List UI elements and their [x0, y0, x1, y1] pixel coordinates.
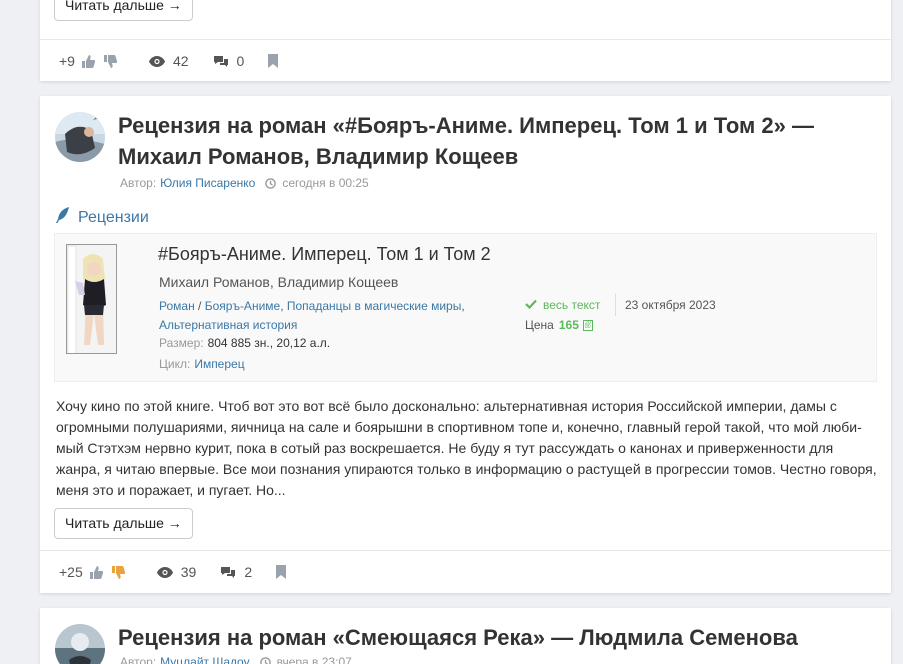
bookmark-icon [268, 54, 279, 68]
thumbs-down-icon[interactable] [103, 54, 117, 68]
feather-icon [56, 207, 78, 228]
genre-link-alt-history[interactable]: Альтернативная история [159, 318, 297, 332]
currency-icon: 20 80 [582, 319, 593, 331]
post-card: Рецензия на роман «#Бояръ-Аниме. Имперец… [40, 96, 891, 593]
post-excerpt: Хочу кино по этой книге. Чтоб вот это во… [56, 398, 877, 498]
book-authors[interactable]: Михаил Романов, Владимир Кощеев [159, 274, 398, 290]
rating-value: +9 [59, 53, 75, 69]
book-info-box: #Бояръ-Аниме. Имперец. Том 1 и Том 2 Мих… [54, 233, 877, 382]
bookmark-button[interactable] [268, 54, 279, 68]
post-date: сегодня в 00:25 [282, 176, 369, 190]
comments-count: 2 [244, 564, 253, 580]
bookmark-icon [276, 565, 287, 579]
book-genres: Роман / Бояръ-Аниме, Попаданцы в магичес… [159, 297, 489, 335]
views-count: 39 [180, 564, 197, 580]
views-counter: 42 [148, 53, 189, 69]
author-label: Автор: [120, 655, 157, 664]
comments-icon [220, 566, 236, 579]
price-label: Цена [525, 318, 554, 332]
thumbs-down-icon[interactable] [111, 565, 125, 579]
post-meta: Автор: Юлия Писаренко сегодня в 00:25 [120, 176, 369, 190]
size-value: 804 885 зн., 20,12 а.л. [207, 336, 331, 350]
author-link[interactable]: Юлия Писаренко [160, 176, 255, 190]
book-cycle: Цикл: Имперец [159, 357, 245, 371]
views-count: 42 [172, 53, 189, 69]
author-avatar[interactable] [55, 112, 105, 162]
genre-link-boyar-anime[interactable]: Бояръ-Аниме [205, 299, 280, 313]
checkmark-icon [525, 298, 543, 312]
clock-icon [265, 177, 277, 189]
comments-counter[interactable]: 2 [220, 564, 252, 580]
post-title[interactable]: Рецензия на роман «#Бояръ-Аниме. Имперец… [118, 110, 877, 172]
book-size: Размер: 804 885 зн., 20,12 а.л. [159, 336, 330, 350]
clock-icon [259, 656, 271, 664]
book-cover-image[interactable] [66, 244, 117, 354]
post-title[interactable]: Рецензия на роман «Смеющаяся Река» — Люд… [118, 622, 877, 653]
cycle-label: Цикл: [159, 357, 191, 371]
thumbs-up-icon[interactable] [89, 565, 103, 579]
comments-count: 0 [236, 53, 245, 69]
category-link[interactable]: Рецензии [56, 207, 149, 228]
size-label: Размер: [159, 336, 204, 350]
comments-icon [213, 55, 229, 68]
author-avatar[interactable] [55, 624, 105, 664]
price-value: 165 [558, 318, 579, 332]
status-text: весь текст [543, 298, 601, 312]
genre-comma: , [461, 299, 465, 313]
post-card-next: Рецензия на роман «Смеющаяся Река» — Люд… [40, 608, 891, 664]
completion-status: весь текст [525, 298, 600, 312]
genre-separator: / [194, 299, 205, 313]
book-title[interactable]: #Бояръ-Аниме. Имперец. Том 1 и Том 2 [158, 244, 491, 265]
rating-widget: +25 [59, 564, 133, 580]
author-link[interactable]: Муцлайт Шадоу [160, 655, 249, 664]
eye-icon [156, 566, 173, 578]
cycle-link[interactable]: Имперец [194, 357, 244, 371]
comments-counter[interactable]: 0 [213, 53, 245, 69]
post-stats-bar: +9 42 0 [40, 39, 891, 82]
bookmark-button[interactable] [276, 565, 287, 579]
post-card-previous: Читать дальше → +9 42 0 [40, 0, 891, 81]
rating-widget: +9 [59, 53, 125, 69]
book-price: Цена 165 20 80 [525, 318, 593, 332]
book-publish-date: 23 октября 2023 [625, 298, 716, 312]
post-date: вчера в 23:07 [276, 655, 352, 664]
read-more-button[interactable]: Читать дальше → [54, 508, 193, 539]
genre-comma: , [280, 299, 287, 313]
genre-link-popadancy[interactable]: Попаданцы в магические миры [287, 299, 461, 313]
views-counter: 39 [156, 564, 197, 580]
divider [615, 294, 616, 316]
category-label: Рецензии [78, 208, 149, 226]
thumbs-up-icon[interactable] [81, 54, 95, 68]
eye-icon [148, 55, 165, 67]
read-more-button[interactable]: Читать дальше → [54, 0, 193, 21]
rating-value: +25 [59, 564, 83, 580]
post-meta: Автор: Муцлайт Шадоу вчера в 23:07 [120, 655, 352, 664]
genre-link-roman[interactable]: Роман [159, 299, 195, 313]
post-stats-bar: +25 39 2 [40, 550, 891, 593]
author-label: Автор: [120, 176, 157, 190]
